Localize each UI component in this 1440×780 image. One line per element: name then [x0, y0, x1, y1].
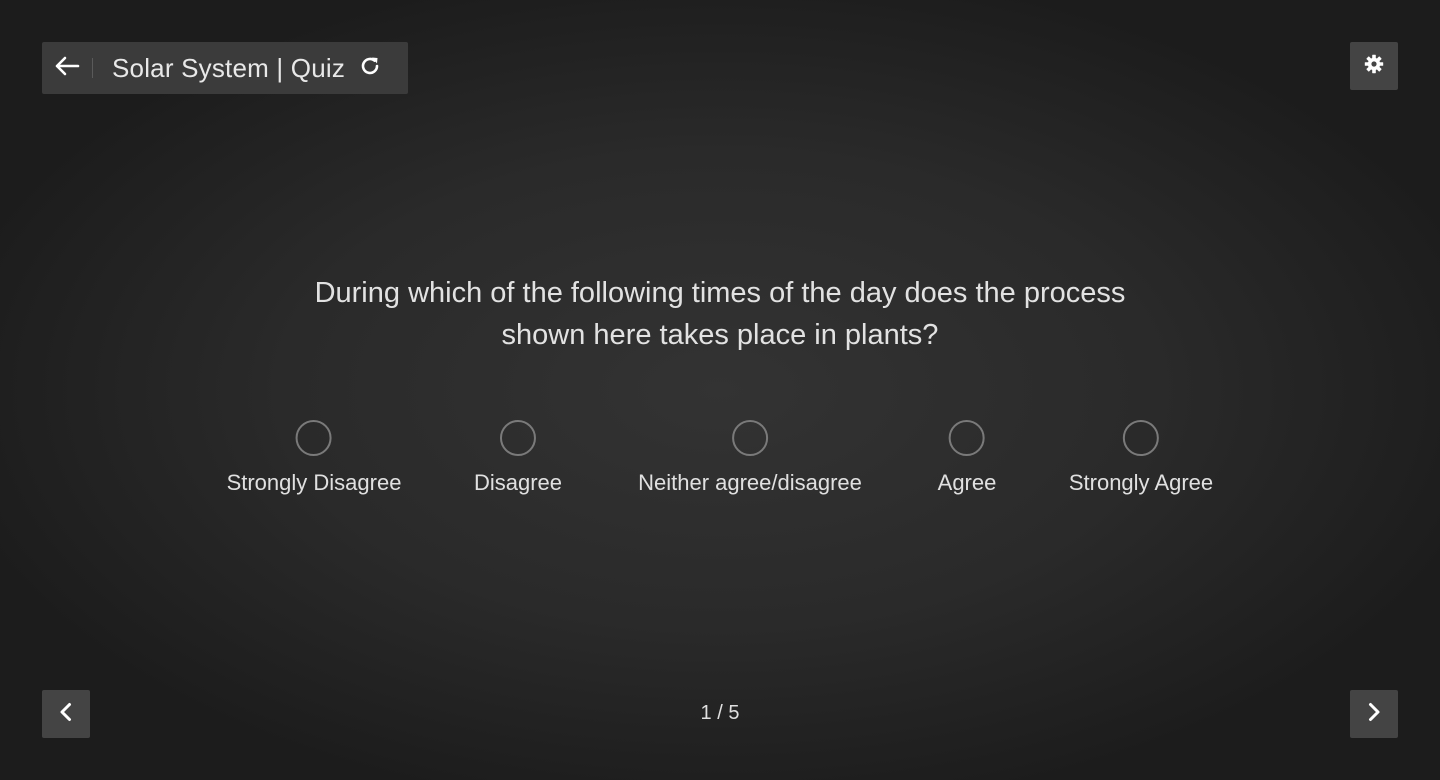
option-disagree[interactable]: Disagree [474, 420, 562, 496]
gear-icon [1364, 54, 1384, 79]
option-label: Neither agree/disagree [638, 470, 862, 495]
option-strongly-disagree[interactable]: Strongly Disagree [226, 420, 402, 496]
radio-button[interactable] [1123, 420, 1159, 456]
previous-button[interactable] [42, 690, 90, 738]
radio-button[interactable] [949, 420, 985, 456]
page-indicator: 1 / 5 [700, 702, 740, 724]
page-title: Solar System | Quiz [112, 52, 346, 83]
option-agree[interactable]: Agree [937, 420, 997, 496]
option-neither[interactable]: Neither agree/disagree [638, 420, 862, 496]
settings-button[interactable] [1350, 42, 1398, 90]
back-button[interactable] [42, 42, 92, 94]
radio-button[interactable] [732, 420, 768, 456]
radio-button[interactable] [499, 420, 536, 456]
radio-button[interactable] [296, 420, 332, 456]
question-text: During which of the following times of t… [314, 277, 1126, 351]
title-bar: Solar System | Quiz [42, 42, 408, 94]
option-label: Strongly Disagree [226, 470, 402, 495]
next-button[interactable] [1350, 690, 1398, 738]
arrow-left-icon [54, 55, 80, 82]
chevron-right-icon [1367, 702, 1381, 727]
chevron-left-icon [59, 702, 73, 727]
option-strongly-agree[interactable]: Strongly Agree [1069, 420, 1213, 496]
option-label: Strongly Agree [1068, 470, 1214, 495]
reload-button[interactable] [357, 55, 383, 81]
title-divider [92, 58, 93, 78]
option-label: Disagree [473, 470, 563, 495]
reload-icon [359, 55, 381, 82]
option-label: Agree [937, 470, 997, 495]
